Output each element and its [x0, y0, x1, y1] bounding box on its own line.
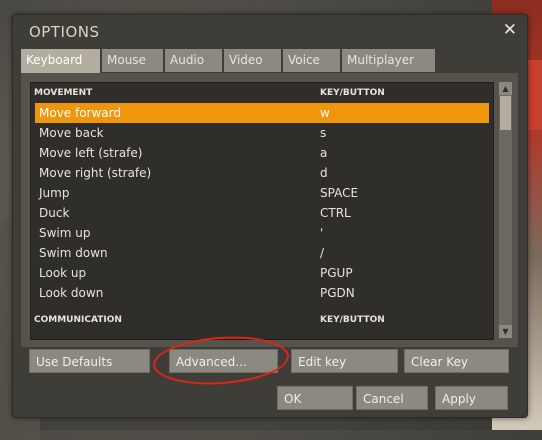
column-header-action: MOVEMENT [34, 88, 93, 98]
tab-multiplayer[interactable]: Multiplayer [342, 49, 435, 72]
action-cell: Move back [39, 126, 104, 140]
tab-keyboard[interactable]: Keyboard [21, 49, 100, 73]
use-defaults-button[interactable]: Use Defaults [29, 349, 150, 373]
list-header-movement: MOVEMENT KEY/BUTTON [31, 83, 493, 103]
scroll-down-arrow-icon[interactable]: ▼ [499, 325, 512, 338]
table-row[interactable]: Move right (strafe) d [35, 163, 489, 183]
table-row[interactable]: Swim up ' [35, 223, 489, 243]
list-header-communication: COMMUNICATION KEY/BUTTON [31, 310, 493, 330]
action-cell: Move forward [39, 106, 122, 120]
table-row[interactable]: Move forward w [35, 103, 489, 123]
action-cell: Swim down [39, 246, 108, 260]
close-icon[interactable]: ✕ [503, 20, 517, 40]
tab-audio[interactable]: Audio [165, 49, 222, 72]
action-cell: Swim up [39, 226, 91, 240]
key-cell: CTRL [320, 206, 351, 220]
action-cell: Look down [39, 286, 104, 300]
key-cell: PGUP [320, 266, 353, 280]
ok-button[interactable]: OK [277, 386, 353, 410]
tab-mouse[interactable]: Mouse [102, 49, 163, 72]
clear-key-button[interactable]: Clear Key [404, 349, 509, 373]
action-cell: Move right (strafe) [39, 166, 152, 180]
key-cell: w [320, 106, 330, 120]
table-row[interactable]: Duck CTRL [35, 203, 489, 223]
edit-key-button[interactable]: Edit key [291, 349, 398, 373]
key-cell: ' [320, 226, 324, 240]
key-cell: PGDN [320, 286, 355, 300]
action-cell: Duck [39, 206, 70, 220]
key-cell: / [320, 246, 325, 260]
scrollbar-thumb[interactable] [500, 96, 511, 130]
apply-button[interactable]: Apply [435, 386, 508, 410]
dialog-title: OPTIONS [29, 23, 100, 41]
action-cell: Move left (strafe) [39, 146, 143, 160]
column-header-action: COMMUNICATION [34, 315, 122, 325]
column-header-key: KEY/BUTTON [320, 315, 385, 325]
key-cell: a [320, 146, 328, 160]
list-scrollbar[interactable]: ▲ ▼ [499, 82, 512, 338]
keyboard-panel: MOVEMENT KEY/BUTTON Move forward w Move … [21, 73, 518, 347]
key-cell: s [320, 126, 327, 140]
table-row[interactable]: Swim down / [35, 243, 489, 263]
table-row[interactable]: Move left (strafe) a [35, 143, 489, 163]
action-cell: Look up [39, 266, 87, 280]
table-row[interactable]: Jump SPACE [35, 183, 489, 203]
tab-video[interactable]: Video [224, 49, 281, 72]
key-cell: d [320, 166, 328, 180]
scroll-up-arrow-icon[interactable]: ▲ [499, 82, 512, 95]
tab-voice[interactable]: Voice [283, 49, 340, 72]
key-cell: SPACE [320, 186, 359, 200]
key-binding-list: MOVEMENT KEY/BUTTON Move forward w Move … [30, 82, 494, 340]
cancel-button[interactable]: Cancel [356, 386, 428, 410]
action-cell: Jump [39, 186, 70, 200]
column-header-key: KEY/BUTTON [320, 88, 385, 98]
table-row[interactable]: Look down PGDN [35, 283, 489, 303]
table-row[interactable]: Look up PGUP [35, 263, 489, 283]
table-row[interactable]: Move back s [35, 123, 489, 143]
